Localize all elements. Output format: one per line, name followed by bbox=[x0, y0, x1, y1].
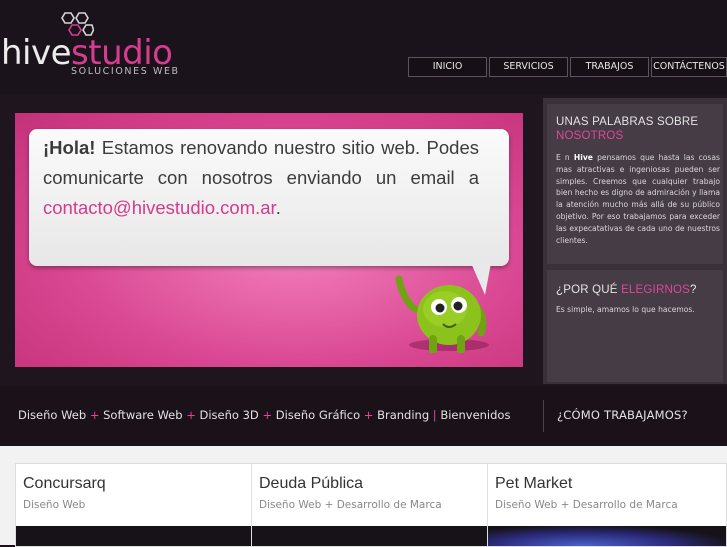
work-subtitle: Diseño Web bbox=[23, 499, 86, 511]
hero-section: ¡Hola! Estamos renovando nuestro sitio w… bbox=[0, 94, 727, 386]
works-section: Concursarq Diseño Web Deuda Pública Dise… bbox=[0, 446, 727, 547]
why-title-b: ELEGIRNOS bbox=[621, 284, 690, 296]
about-body-pre: E n bbox=[556, 153, 574, 162]
logo-text-hive: hive bbox=[1, 33, 72, 73]
why-us-box: ¿POR QUÉ ELEGIRNOS? Es simple, amamos lo… bbox=[547, 270, 723, 382]
strip-divider bbox=[543, 400, 544, 432]
work-thumbnail[interactable] bbox=[252, 526, 504, 546]
work-title: Pet Market bbox=[495, 475, 573, 492]
hero-message: ¡Hola! Estamos renovando nuestro sitio w… bbox=[43, 133, 479, 223]
monster-mascot-icon bbox=[395, 275, 487, 353]
work-card-pet-market[interactable]: Pet Market Diseño Web + Desarrollo de Ma… bbox=[487, 463, 727, 547]
work-thumbnail[interactable] bbox=[488, 526, 726, 546]
work-card-concursarq[interactable]: Concursarq Diseño Web bbox=[15, 463, 269, 547]
work-thumbnail[interactable] bbox=[16, 526, 268, 546]
logo-tagline: SOLUCIONES WEB bbox=[71, 66, 180, 77]
services-strip: Diseño Web + Software Web + Diseño 3D + … bbox=[0, 386, 727, 446]
work-subtitle: Diseño Web + Desarrollo de Marca bbox=[495, 499, 678, 511]
plus-separator: + bbox=[262, 408, 273, 422]
hero-greeting: ¡Hola! bbox=[43, 137, 96, 158]
service-diseno-grafico[interactable]: Diseño Gráfico bbox=[276, 408, 360, 422]
contact-email-link[interactable]: contacto@hivestudio.com.ar bbox=[43, 197, 276, 218]
why-title-a: ¿POR QUÉ bbox=[556, 284, 622, 296]
about-body: E n Hive pensamos que hasta las cosas ma… bbox=[556, 152, 720, 246]
why-title-c: ? bbox=[689, 284, 697, 296]
service-diseno-3d[interactable]: Diseño 3D bbox=[200, 408, 259, 422]
plus-separator: + bbox=[186, 408, 196, 422]
nav-inicio[interactable]: INICIO bbox=[408, 57, 487, 77]
about-box: UNAS PALABRAS SOBRE NOSOTROS E n Hive pe… bbox=[547, 104, 723, 264]
nav-servicios[interactable]: SERVICIOS bbox=[489, 57, 568, 77]
why-us-body: Es simple, amamos lo que hacemos. bbox=[556, 305, 695, 314]
work-title: Concursarq bbox=[23, 475, 106, 492]
plus-separator: + bbox=[363, 408, 374, 422]
hero-text: Estamos renovando nuestro sitio web. Pod… bbox=[43, 137, 479, 188]
service-diseno-web[interactable]: Diseño Web bbox=[18, 408, 86, 422]
hero-text-end: . bbox=[275, 197, 281, 218]
about-body-brand: Hive bbox=[573, 153, 593, 162]
about-title-line2: NOSOTROS bbox=[556, 130, 624, 142]
work-card-deuda-publica[interactable]: Deuda Pública Diseño Web + Desarrollo de… bbox=[251, 463, 505, 547]
hero-banner: ¡Hola! Estamos renovando nuestro sitio w… bbox=[15, 113, 523, 367]
work-title: Deuda Pública bbox=[259, 475, 364, 492]
bar-separator: | bbox=[432, 408, 437, 422]
sidebar: UNAS PALABRAS SOBRE NOSOTROS E n Hive pe… bbox=[543, 98, 727, 384]
about-title: UNAS PALABRAS SOBRE NOSOTROS bbox=[556, 115, 698, 143]
services-list: Diseño Web + Software Web + Diseño 3D + … bbox=[18, 408, 510, 422]
about-title-line1: UNAS PALABRAS SOBRE bbox=[556, 116, 699, 128]
work-subtitle: Diseño Web + Desarrollo de Marca bbox=[259, 499, 442, 511]
about-body-text: pensamos que hasta las cosas mas atracti… bbox=[556, 153, 720, 245]
nav-contactenos[interactable]: CONTÁCTENOS bbox=[651, 57, 727, 77]
service-bienvenidos[interactable]: Bienvenidos bbox=[440, 408, 510, 422]
why-us-title: ¿POR QUÉ ELEGIRNOS? bbox=[556, 284, 697, 296]
site-header: hivestudio SOLUCIONES WEB INICIO SERVICI… bbox=[0, 0, 727, 94]
plus-separator: + bbox=[89, 408, 100, 422]
como-trabajamos-link[interactable]: ¿CÓMO TRABAJAMOS? bbox=[557, 408, 688, 422]
nav-trabajos[interactable]: TRABAJOS bbox=[570, 57, 649, 77]
service-branding[interactable]: Branding bbox=[377, 408, 429, 422]
service-software-web[interactable]: Software Web bbox=[103, 408, 182, 422]
